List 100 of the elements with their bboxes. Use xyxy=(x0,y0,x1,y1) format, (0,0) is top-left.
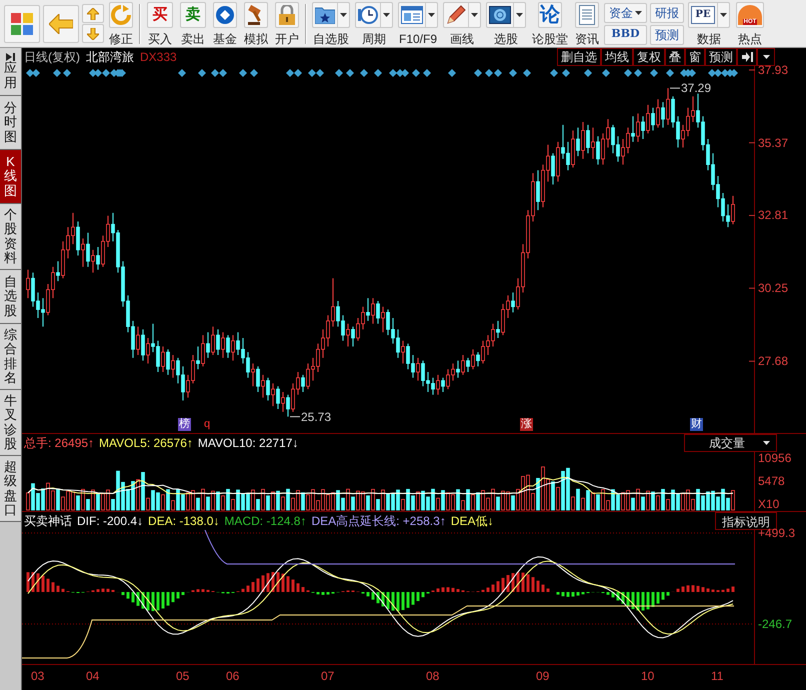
back-arrow-icon xyxy=(49,14,73,34)
arrow-to-bar-icon xyxy=(742,52,752,62)
date-axis-label: 11 xyxy=(711,670,724,682)
date-axis-label: 03 xyxy=(31,670,44,682)
toolbar-small-button[interactable]: 研报 xyxy=(650,2,684,22)
candlestick xyxy=(381,306,385,333)
caret-icon xyxy=(720,12,727,16)
toolbar-small-button[interactable]: 资金 xyxy=(604,2,647,22)
sidebar-tab[interactable]: 超级盘口 xyxy=(0,456,21,522)
indicator-axis-label: +499.3 xyxy=(758,527,796,539)
candlestick xyxy=(136,326,140,356)
axis-tick xyxy=(748,214,755,216)
back-button[interactable] xyxy=(43,4,79,42)
volume-reading: MAVOL10: 22717↓ xyxy=(198,435,298,452)
price-axis-label: 37.93 xyxy=(758,64,788,76)
volume-axis-label: 5478 xyxy=(758,475,785,487)
candlestick xyxy=(261,374,265,398)
sidebar-tab[interactable]: K线图 xyxy=(0,150,21,204)
candlestick xyxy=(496,320,500,338)
sidebar-tab[interactable]: 个股资料 xyxy=(0,204,21,270)
candlestick xyxy=(511,292,515,313)
chart-option-button[interactable]: 预测 xyxy=(705,48,737,66)
date-axis-label: 06 xyxy=(226,670,240,682)
candlestick xyxy=(641,116,645,140)
candlestick xyxy=(636,112,640,142)
indicator-help-button[interactable]: 指标说明 xyxy=(715,512,777,530)
app-grid-icon xyxy=(11,12,33,34)
candlestick xyxy=(461,354,465,376)
menu-dropdown-button[interactable] xyxy=(757,48,775,66)
caret-icon xyxy=(340,12,347,16)
date-axis-label: 10 xyxy=(641,670,654,682)
down-button[interactable] xyxy=(82,24,104,43)
axis-tick xyxy=(748,360,755,362)
candlestick xyxy=(141,328,145,362)
chart-option-button[interactable]: 均线 xyxy=(601,48,633,66)
pe-document-icon: PE xyxy=(691,6,715,24)
chart-option-button[interactable]: 叠 xyxy=(665,48,685,66)
app-grid-button[interactable] xyxy=(4,4,40,42)
volume-reading: 总手: 26495↑ xyxy=(24,435,94,452)
chart-option-button[interactable]: 复权 xyxy=(633,48,665,66)
candlestick xyxy=(206,332,210,358)
candlestick xyxy=(376,300,380,324)
event-marker: 涨 xyxy=(520,418,533,431)
axis-tick xyxy=(748,142,755,144)
caret-icon xyxy=(471,12,478,16)
date-axis-label: 07 xyxy=(321,670,334,682)
candlestick xyxy=(211,326,215,356)
toolbar-button[interactable]: 论 论股堂 xyxy=(530,2,570,46)
window-icon xyxy=(401,6,423,24)
fund-icon xyxy=(215,4,235,24)
candlestick xyxy=(401,340,405,364)
chart-option-button[interactable]: 删自选 xyxy=(557,48,601,66)
candlestick xyxy=(581,121,585,160)
candlestick xyxy=(86,232,90,268)
candlestick xyxy=(276,386,280,410)
toolbar-small-button[interactable]: BBD xyxy=(604,24,647,44)
date-axis-label: 08 xyxy=(426,670,440,682)
document-icon xyxy=(579,4,595,24)
price-axis-label: 27.68 xyxy=(758,355,788,368)
up-button[interactable] xyxy=(82,4,104,23)
indicator-reading: DEA低↓ xyxy=(450,513,494,530)
caret-icon xyxy=(635,10,642,14)
chart-option-button[interactable]: 窗 xyxy=(685,48,705,66)
caret-icon xyxy=(428,12,435,16)
candlestick xyxy=(351,326,355,347)
leader-line xyxy=(670,88,680,89)
indicator-selector-dropdown[interactable]: 成交量 xyxy=(684,434,777,452)
sidebar-tab[interactable]: 自选股 xyxy=(0,270,21,324)
candlestick xyxy=(471,348,475,370)
candlestick xyxy=(576,127,580,157)
candlestick xyxy=(171,354,175,378)
candlestick xyxy=(231,334,235,362)
axis-tick xyxy=(748,69,755,70)
caret-icon xyxy=(383,12,390,16)
candlestick xyxy=(251,363,255,387)
indicator-name: 买卖神话 xyxy=(24,513,72,530)
price-axis-label: 35.37 xyxy=(758,136,788,149)
sidebar-tab[interactable]: 综合排名 xyxy=(0,324,21,390)
period-label: 日线(复权) xyxy=(24,49,80,66)
indicator-reading: DEA: -138.0↓ xyxy=(148,513,220,530)
candlestick xyxy=(286,394,290,418)
sidebar-tab[interactable]: 应用 xyxy=(0,48,21,96)
indicator-axis-label: -246.7 xyxy=(758,618,792,630)
caret-icon xyxy=(762,55,770,59)
sidebar-tab[interactable]: 分时图 xyxy=(0,96,21,150)
candlestick xyxy=(161,346,165,373)
candlestick xyxy=(346,323,350,347)
sidebar-tab[interactable]: 牛叉诊股 xyxy=(0,390,21,456)
down-arrow-icon xyxy=(87,28,99,40)
candlestick xyxy=(651,107,655,132)
leader-line xyxy=(290,416,300,418)
expand-button[interactable] xyxy=(737,48,757,66)
candlestick xyxy=(96,246,100,270)
toolbar-small-button[interactable]: 预测 xyxy=(650,24,684,44)
candlestick xyxy=(551,152,555,185)
candlestick xyxy=(661,102,665,128)
pencil-icon xyxy=(446,4,466,24)
volume-reading: MAVOL5: 26576↑ xyxy=(99,435,193,452)
candlestick xyxy=(441,377,445,392)
candlestick xyxy=(146,337,150,364)
